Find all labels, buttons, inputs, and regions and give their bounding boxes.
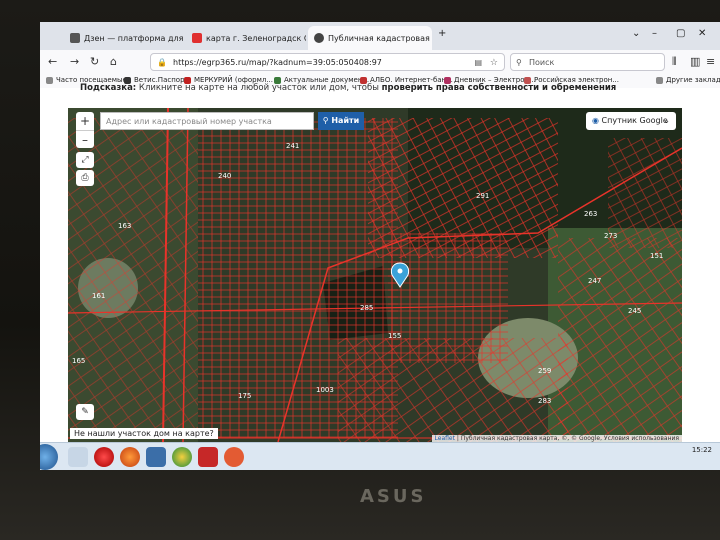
maximize-icon[interactable]: ▢ <box>676 28 685 39</box>
tab-label: Дзен — платформа для просм <box>84 33 184 43</box>
map-label: 155 <box>388 332 401 340</box>
map-label: 283 <box>538 397 551 405</box>
clock-time: 15:22 <box>691 446 712 454</box>
hint-prefix: Подсказка: <box>80 83 137 93</box>
map-label: 241 <box>286 142 299 150</box>
tab-cadastral-map[interactable]: Публичная кадастровая карта ✕ <box>308 26 432 50</box>
gear-icon <box>46 76 53 84</box>
reload-icon[interactable]: ↻ <box>90 55 99 68</box>
map-label: 247 <box>588 277 601 285</box>
print-icon[interactable]: ⎙ <box>76 170 94 186</box>
minimize-icon[interactable]: – <box>652 28 657 39</box>
chevron-down-icon: ⌄ <box>663 116 670 125</box>
search-input[interactable]: ⚲ Поиск <box>510 53 665 71</box>
layer-select-label: Спутник Google <box>601 116 668 125</box>
url-bar[interactable]: 🔒 https://egrp365.ru/map/?kadnum=39:05:0… <box>150 53 505 71</box>
screen: Дзен — платформа для просм ✕ карта г. Зе… <box>40 22 720 470</box>
map-label: 263 <box>584 210 597 218</box>
map-label: 165 <box>72 357 85 365</box>
nav-bar: ← → ↻ ⌂ 🔒 https://egrp365.ru/map/?kadnum… <box>40 50 720 75</box>
taskbar: 15:22 <box>40 442 720 470</box>
yandex-favicon-icon <box>192 33 202 43</box>
map-attribution: Leaflet | Публичная кадастровая карта, ©… <box>431 435 682 442</box>
opera-icon[interactable] <box>94 447 114 467</box>
not-found-link[interactable]: Не нашли участок дом на карте? <box>70 428 218 439</box>
reader-view-icon[interactable]: ▤ <box>474 54 482 72</box>
clock[interactable]: 15:22 <box>692 446 712 454</box>
map-label: 163 <box>118 222 131 230</box>
zoom-out-button[interactable]: – <box>76 130 94 149</box>
files-icon[interactable] <box>146 447 166 467</box>
map-label: 273 <box>604 232 617 240</box>
library-icon[interactable]: ⫴ <box>672 55 677 69</box>
bookmark-other[interactable]: Другие закладки <box>656 76 720 84</box>
tab-label: Публичная кадастровая карта <box>328 33 432 43</box>
home-icon[interactable]: ⌂ <box>110 55 117 68</box>
hint-text: Подсказка: Кликните на карте на любой уч… <box>80 83 616 93</box>
lock-icon: 🔒 <box>157 58 167 67</box>
close-window-icon[interactable]: ✕ <box>698 28 706 39</box>
tab-strip: Дзен — платформа для просм ✕ карта г. Зе… <box>40 22 720 50</box>
menu-icon[interactable]: ≡ <box>706 55 715 68</box>
zoom-control: + – <box>76 112 94 148</box>
leaflet-link[interactable]: Leaflet <box>435 435 455 442</box>
chrome-icon[interactable] <box>172 447 192 467</box>
map-label: 291 <box>476 192 489 200</box>
find-button-label: Найти <box>331 116 360 125</box>
attribution-text: | Публичная кадастровая карта, ©, © Goog… <box>456 435 679 442</box>
sidebar-icon[interactable]: ▥ <box>690 55 700 68</box>
explorer-icon[interactable] <box>68 447 88 467</box>
fullscreen-icon[interactable]: ⤢ <box>76 152 94 168</box>
cadastral-map[interactable]: 241 240 163 161 165 285 155 175 263 273 … <box>68 108 682 442</box>
start-button[interactable] <box>40 444 58 470</box>
folder-icon <box>656 76 663 84</box>
map-label: 1003 <box>316 386 334 394</box>
pdf-icon[interactable] <box>198 447 218 467</box>
map-label: 245 <box>628 307 641 315</box>
page-content: Подсказка: Кликните на карте на любой уч… <box>40 83 720 442</box>
zoom-in-button[interactable]: + <box>76 112 94 130</box>
tab-label: карта г. Зеленоградск СНТ Со <box>206 33 306 43</box>
map-search-placeholder: Адрес или кадастровый номер участка <box>106 117 272 126</box>
hint-bold: проверить права собственности и обремене… <box>381 83 617 93</box>
map-search-input[interactable]: Адрес или кадастровый номер участка <box>100 112 314 130</box>
egrp-favicon-icon <box>314 33 324 43</box>
yandex-browser-icon[interactable] <box>224 447 244 467</box>
new-tab-icon[interactable]: + <box>438 28 446 39</box>
map-label: 240 <box>218 172 231 180</box>
map-imagery[interactable]: 241 240 163 161 165 285 155 175 263 273 … <box>68 108 682 442</box>
tab-dzen[interactable]: Дзен — платформа для просм ✕ <box>64 26 184 50</box>
map-label: 151 <box>650 252 663 260</box>
dzen-favicon-icon <box>70 33 80 43</box>
radio-icon: ◉ <box>592 116 599 125</box>
forward-icon[interactable]: → <box>70 55 79 68</box>
list-tabs-icon[interactable]: ⌄ <box>632 28 640 39</box>
hint-body: Кликните на карте на любой участок или д… <box>138 83 379 93</box>
find-button[interactable]: ⚲ Найти <box>318 112 364 130</box>
map-label: 161 <box>92 292 105 300</box>
asus-logo: ASUS <box>360 486 427 507</box>
bookmark-star-icon[interactable]: ☆ <box>490 54 498 72</box>
search-icon: ⚲ <box>516 58 522 67</box>
back-icon[interactable]: ← <box>48 55 57 68</box>
map-label: 259 <box>538 367 551 375</box>
map-label: 285 <box>360 304 373 312</box>
url-text: https://egrp365.ru/map/?kadnum=39:05:050… <box>173 58 382 67</box>
firefox-icon[interactable] <box>120 447 140 467</box>
search-placeholder: Поиск <box>529 58 555 67</box>
tab-yandex-map[interactable]: карта г. Зеленоградск СНТ Со ✕ <box>186 26 306 50</box>
ruler-icon[interactable]: ✎ <box>76 404 94 420</box>
layer-select[interactable]: ◉ Спутник Google ⌄ <box>586 112 676 130</box>
map-label: 175 <box>238 392 251 400</box>
